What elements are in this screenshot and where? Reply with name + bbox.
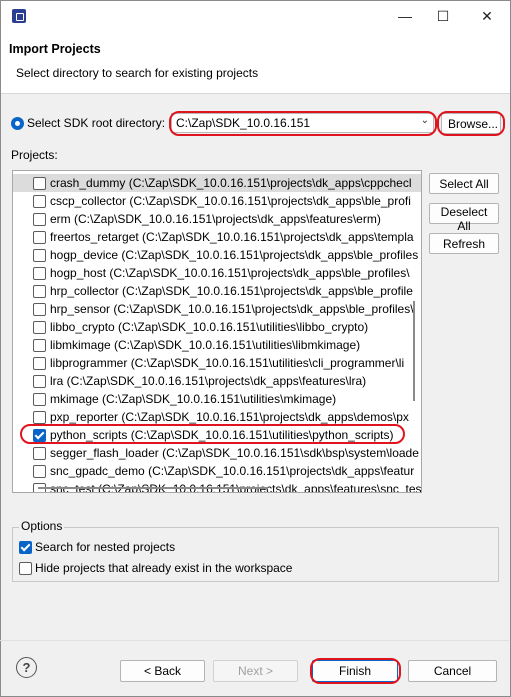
project-label: pxp_reporter (C:\Zap\SDK_10.0.16.151\pro… bbox=[50, 410, 409, 424]
project-label: hrp_collector (C:\Zap\SDK_10.0.16.151\pr… bbox=[50, 284, 413, 298]
project-row[interactable]: cscp_collector (C:\Zap\SDK_10.0.16.151\p… bbox=[13, 192, 421, 210]
next-button: Next > bbox=[213, 660, 298, 682]
project-checkbox[interactable] bbox=[33, 303, 46, 316]
project-label: python_scripts (C:\Zap\SDK_10.0.16.151\u… bbox=[50, 428, 394, 442]
projects-label: Projects: bbox=[11, 148, 58, 162]
sdk-root-radio[interactable] bbox=[11, 117, 24, 130]
cancel-button[interactable]: Cancel bbox=[408, 660, 497, 682]
project-label: hogp_host (C:\Zap\SDK_10.0.16.151\projec… bbox=[50, 266, 410, 280]
project-label: cscp_collector (C:\Zap\SDK_10.0.16.151\p… bbox=[50, 194, 411, 208]
project-label: libprogrammer (C:\Zap\SDK_10.0.16.151\ut… bbox=[50, 356, 405, 370]
project-label: hogp_device (C:\Zap\SDK_10.0.16.151\proj… bbox=[50, 248, 419, 262]
maximize-button[interactable]: ☐ bbox=[422, 1, 464, 31]
project-checkbox[interactable] bbox=[33, 375, 46, 388]
app-icon bbox=[12, 9, 26, 23]
project-checkbox[interactable] bbox=[33, 321, 46, 334]
project-checkbox[interactable] bbox=[33, 465, 46, 478]
search-nested-label: Search for nested projects bbox=[35, 540, 176, 554]
project-row[interactable]: hogp_device (C:\Zap\SDK_10.0.16.151\proj… bbox=[13, 246, 421, 264]
project-label: mkimage (C:\Zap\SDK_10.0.16.151\utilitie… bbox=[50, 392, 337, 406]
project-checkbox[interactable] bbox=[33, 249, 46, 262]
vertical-scrollbar[interactable] bbox=[413, 301, 415, 401]
finish-button[interactable]: Finish bbox=[312, 660, 398, 682]
project-row[interactable]: libprogrammer (C:\Zap\SDK_10.0.16.151\ut… bbox=[13, 354, 421, 372]
project-label: lra (C:\Zap\SDK_10.0.16.151\projects\dk_… bbox=[50, 374, 367, 388]
search-nested-checkbox[interactable] bbox=[19, 541, 32, 554]
project-row[interactable]: freertos_retarget (C:\Zap\SDK_10.0.16.15… bbox=[13, 228, 421, 246]
hide-existing-checkbox[interactable] bbox=[19, 562, 32, 575]
horizontal-scrollbar[interactable] bbox=[38, 487, 268, 489]
project-row[interactable]: segger_flash_loader (C:\Zap\SDK_10.0.16.… bbox=[13, 444, 421, 462]
project-row[interactable]: python_scripts (C:\Zap\SDK_10.0.16.151\u… bbox=[13, 426, 421, 444]
chevron-down-icon[interactable]: ⌄ bbox=[421, 115, 429, 126]
project-checkbox[interactable] bbox=[33, 195, 46, 208]
back-button[interactable]: < Back bbox=[120, 660, 205, 682]
project-label: snc_gpadc_demo (C:\Zap\SDK_10.0.16.151\p… bbox=[50, 464, 415, 478]
wizard-header: Import Projects Select directory to sear… bbox=[1, 31, 510, 94]
project-row[interactable]: snc_gpadc_demo (C:\Zap\SDK_10.0.16.151\p… bbox=[13, 462, 421, 480]
project-row[interactable]: hrp_sensor (C:\Zap\SDK_10.0.16.151\proje… bbox=[13, 300, 421, 318]
project-checkbox[interactable] bbox=[33, 393, 46, 406]
project-row[interactable]: pxp_reporter (C:\Zap\SDK_10.0.16.151\pro… bbox=[13, 408, 421, 426]
project-label: freertos_retarget (C:\Zap\SDK_10.0.16.15… bbox=[50, 230, 414, 244]
project-label: crash_dummy (C:\Zap\SDK_10.0.16.151\proj… bbox=[50, 176, 412, 190]
project-checkbox[interactable] bbox=[33, 285, 46, 298]
project-checkbox[interactable] bbox=[33, 267, 46, 280]
refresh-button[interactable]: Refresh bbox=[429, 233, 499, 254]
project-checkbox[interactable] bbox=[33, 339, 46, 352]
project-row[interactable]: erm (C:\Zap\SDK_10.0.16.151\projects\dk_… bbox=[13, 210, 421, 228]
project-checkbox[interactable] bbox=[33, 429, 46, 442]
select-all-button[interactable]: Select All bbox=[429, 173, 499, 194]
close-button[interactable]: ✕ bbox=[466, 1, 508, 31]
help-icon[interactable]: ? bbox=[16, 657, 37, 678]
project-row[interactable]: libmkimage (C:\Zap\SDK_10.0.16.151\utili… bbox=[13, 336, 421, 354]
project-label: libbo_crypto (C:\Zap\SDK_10.0.16.151\uti… bbox=[50, 320, 369, 334]
project-label: segger_flash_loader (C:\Zap\SDK_10.0.16.… bbox=[50, 446, 419, 460]
options-label: Options bbox=[19, 519, 65, 533]
project-label: hrp_sensor (C:\Zap\SDK_10.0.16.151\proje… bbox=[50, 302, 414, 316]
project-row[interactable]: mkimage (C:\Zap\SDK_10.0.16.151\utilitie… bbox=[13, 390, 421, 408]
project-checkbox[interactable] bbox=[33, 231, 46, 244]
deselect-all-button[interactable]: Deselect All bbox=[429, 203, 499, 233]
project-checkbox[interactable] bbox=[33, 177, 46, 190]
project-row[interactable]: hrp_collector (C:\Zap\SDK_10.0.16.151\pr… bbox=[13, 282, 421, 300]
sdk-root-value: C:\Zap\SDK_10.0.16.151 bbox=[176, 116, 311, 130]
project-row[interactable]: libbo_crypto (C:\Zap\SDK_10.0.16.151\uti… bbox=[13, 318, 421, 336]
browse-button[interactable]: Browse... bbox=[441, 113, 501, 134]
projects-list[interactable]: snc_test (C:\Zap\SDK_10.0.16.151\project… bbox=[12, 170, 422, 493]
hide-existing-label: Hide projects that already exist in the … bbox=[35, 561, 293, 575]
project-row[interactable]: crash_dummy (C:\Zap\SDK_10.0.16.151\proj… bbox=[13, 174, 421, 192]
project-checkbox[interactable] bbox=[33, 447, 46, 460]
minimize-button[interactable]: — bbox=[384, 1, 426, 31]
title-bar: — ☐ ✕ bbox=[1, 1, 510, 31]
project-label: erm (C:\Zap\SDK_10.0.16.151\projects\dk_… bbox=[50, 212, 381, 226]
footer-separator bbox=[0, 640, 509, 641]
sdk-root-label: Select SDK root directory: bbox=[27, 116, 166, 130]
project-checkbox[interactable] bbox=[33, 213, 46, 226]
project-row[interactable]: lra (C:\Zap\SDK_10.0.16.151\projects\dk_… bbox=[13, 372, 421, 390]
project-checkbox[interactable] bbox=[33, 411, 46, 424]
project-checkbox[interactable] bbox=[33, 357, 46, 370]
sdk-root-combo[interactable]: C:\Zap\SDK_10.0.16.151 ⌄ bbox=[171, 113, 434, 133]
project-label: libmkimage (C:\Zap\SDK_10.0.16.151\utili… bbox=[50, 338, 361, 352]
project-row[interactable]: hogp_host (C:\Zap\SDK_10.0.16.151\projec… bbox=[13, 264, 421, 282]
page-title: Import Projects bbox=[9, 42, 101, 56]
page-subtitle: Select directory to search for existing … bbox=[16, 66, 259, 80]
